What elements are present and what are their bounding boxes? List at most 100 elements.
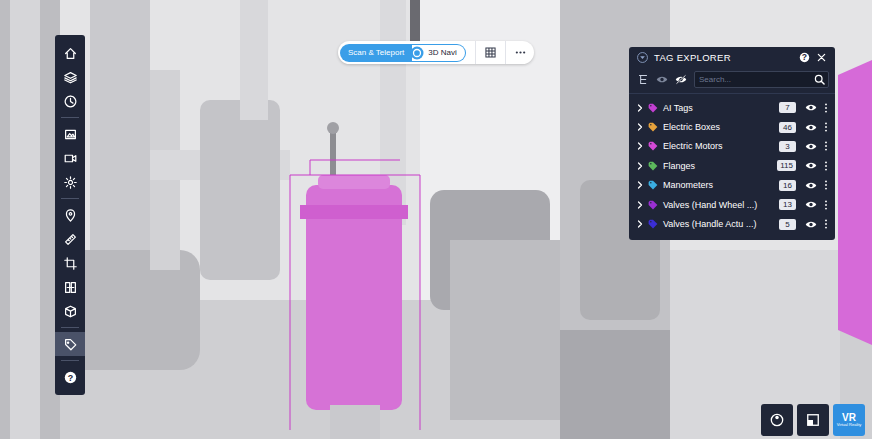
toolbar-button[interactable]: [55, 146, 85, 170]
viewer-screen: ? Scan & Teleport 3D Navi TAG EXPLORER? AI…: [0, 0, 872, 439]
chevron-right-icon[interactable]: [637, 123, 643, 131]
vr-label: VR: [842, 413, 856, 423]
toolbar-button[interactable]: [55, 89, 85, 113]
category-label: Electric Boxes: [663, 122, 774, 132]
category-row[interactable]: Electric Boxes 46: [629, 117, 835, 136]
eye-icon[interactable]: [656, 74, 668, 85]
chevron-right-icon[interactable]: [637, 181, 643, 189]
toolbar-button[interactable]: ?: [55, 365, 85, 389]
minimap-button[interactable]: [797, 404, 829, 436]
kebab-icon[interactable]: [824, 141, 828, 151]
tag-icon: [648, 103, 658, 113]
count-badge: 46: [779, 122, 796, 133]
toolbar-button[interactable]: [55, 299, 85, 323]
svg-text:?: ?: [802, 52, 807, 62]
category-row[interactable]: Flanges115: [629, 156, 835, 175]
collapse-icon[interactable]: [637, 52, 648, 63]
svg-text:?: ?: [67, 372, 72, 382]
panel-title: TAG EXPLORER: [654, 52, 793, 63]
kebab-icon[interactable]: [824, 103, 828, 113]
category-row[interactable]: Valves (Hand Wheel ...)13: [629, 195, 835, 214]
vr-caption: Virtual Reality: [837, 423, 862, 427]
chevron-right-icon[interactable]: [637, 104, 643, 112]
tag-explorer: TAG EXPLORER?AI Tags7Electric Boxes46Ele…: [629, 47, 835, 240]
home-icon: [64, 47, 77, 60]
tag-icon: [648, 200, 658, 210]
tag-icon: [648, 219, 658, 229]
more-icon[interactable]: [515, 47, 526, 58]
search-field[interactable]: [694, 71, 829, 88]
chevron-right-icon[interactable]: [637, 201, 643, 209]
toolbar-button[interactable]: [55, 332, 85, 356]
toolbar-button[interactable]: [55, 122, 85, 146]
toolbar-separator: [61, 327, 79, 328]
eye-icon[interactable]: [805, 200, 817, 209]
ruler-icon: [64, 233, 77, 246]
tree-icon[interactable]: [637, 74, 649, 85]
chevron-right-icon[interactable]: [637, 142, 643, 150]
toolbar-separator: [61, 198, 79, 199]
category-label: Manometers: [663, 180, 774, 190]
category-label: Valves (Handle Actu ...): [663, 219, 774, 229]
toolbar-button[interactable]: [55, 227, 85, 251]
top-menu: Scan & Teleport 3D Navi: [338, 41, 534, 64]
search-input[interactable]: [699, 74, 814, 85]
left-toolbar: ?: [55, 35, 85, 395]
kebab-icon[interactable]: [824, 200, 828, 210]
category-row[interactable]: Electric Motors 3: [629, 137, 835, 156]
count-badge: 3: [779, 141, 796, 152]
panel-toolbar: [629, 68, 835, 94]
video-icon: [64, 152, 77, 165]
pin-icon: [64, 209, 77, 222]
mode-option[interactable]: 3D Navi: [412, 44, 465, 62]
eye-slash-icon[interactable]: [675, 74, 687, 85]
eye-icon[interactable]: [805, 142, 817, 151]
close-icon[interactable]: [816, 52, 827, 63]
toolbar-button[interactable]: [55, 203, 85, 227]
toolbar-button[interactable]: [55, 170, 85, 194]
eye-icon[interactable]: [805, 181, 817, 190]
mode-switch[interactable]: Scan & Teleport 3D Navi: [340, 44, 466, 62]
category-row[interactable]: Manometers 16: [629, 176, 835, 195]
category-row[interactable]: AI Tags7: [629, 98, 835, 117]
category-label: AI Tags: [663, 103, 774, 113]
grid-icon[interactable]: [485, 47, 496, 58]
help-icon[interactable]: ?: [799, 52, 810, 63]
bottom-controls: VRVirtual Reality: [761, 404, 865, 436]
vr-button[interactable]: VRVirtual Reality: [833, 404, 865, 436]
count-badge: 16: [779, 180, 796, 191]
count-badge: 5: [779, 219, 796, 230]
toolbar-separator: [61, 117, 79, 118]
search-icon[interactable]: [814, 74, 825, 85]
image-icon: [64, 128, 77, 141]
help-icon: ?: [64, 371, 77, 384]
kebab-icon[interactable]: [824, 180, 828, 190]
eye-icon[interactable]: [805, 103, 817, 112]
eye-icon[interactable]: [805, 123, 817, 132]
category-label: Electric Motors: [663, 141, 774, 151]
box-icon: [64, 305, 77, 318]
tag-icon: [648, 180, 658, 190]
chevron-right-icon[interactable]: [637, 162, 643, 170]
toolbar-button[interactable]: [55, 41, 85, 65]
toolbar-button[interactable]: [55, 65, 85, 89]
mode-option[interactable]: Scan & Teleport: [340, 44, 412, 62]
gear-icon: [64, 176, 77, 189]
minimap-icon: [806, 413, 820, 427]
toolbar-button[interactable]: [55, 251, 85, 275]
category-label: Valves (Hand Wheel ...): [663, 200, 774, 210]
top-separator: [475, 41, 476, 64]
toolbar-button[interactable]: [55, 275, 85, 299]
category-row[interactable]: Valves (Handle Actu ...) 5: [629, 214, 835, 233]
clock-icon: [64, 95, 77, 108]
crop-icon: [64, 257, 77, 270]
kebab-icon[interactable]: [824, 219, 828, 229]
chevron-right-icon[interactable]: [637, 220, 643, 228]
tag-icon: [648, 141, 658, 151]
compass-button[interactable]: [761, 404, 793, 436]
kebab-icon[interactable]: [824, 122, 828, 132]
toolbar-separator: [61, 360, 79, 361]
eye-icon[interactable]: [805, 220, 817, 229]
kebab-icon[interactable]: [824, 161, 828, 171]
eye-icon[interactable]: [805, 161, 817, 170]
